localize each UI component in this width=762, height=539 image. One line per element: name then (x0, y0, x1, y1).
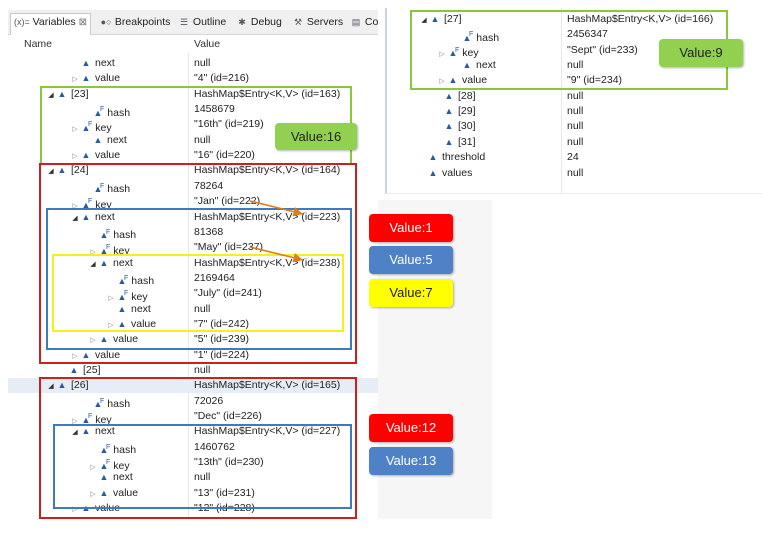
value-7-tag: Value:7 (369, 279, 453, 307)
arrow-key-to-next-238 (249, 246, 304, 263)
value-13-tag: Value:13 (369, 447, 453, 475)
value-9-tag: Value:9 (659, 39, 743, 67)
value-1-tag: Value:1 (369, 214, 453, 242)
value-5-tag: Value:5 (369, 246, 453, 274)
value-16-tag: Value:16 (275, 123, 357, 150)
arrow-key-to-next-223 (249, 200, 304, 217)
value-12-tag: Value:12 (369, 414, 453, 442)
